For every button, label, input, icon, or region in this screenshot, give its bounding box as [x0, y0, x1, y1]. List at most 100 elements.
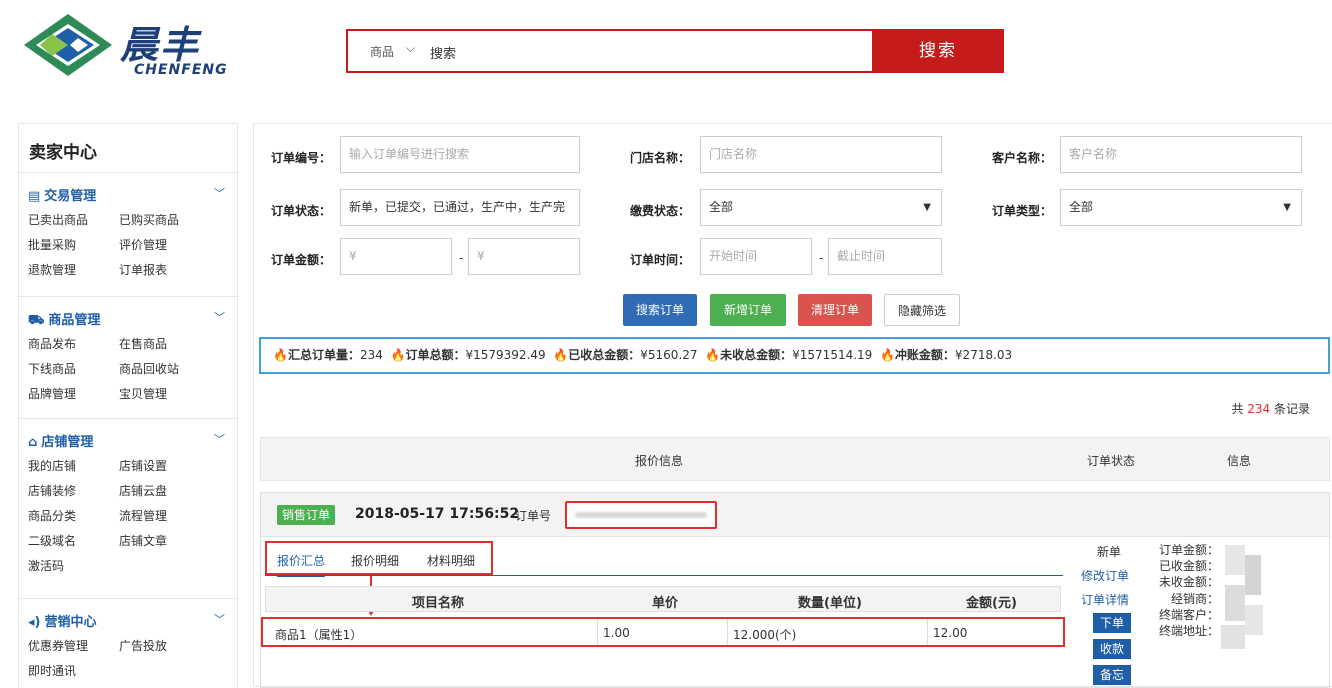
- clear-order-button[interactable]: 清理订单: [798, 294, 872, 326]
- hide-filter-button[interactable]: 隐藏筛选: [884, 294, 960, 326]
- order-tabs: 报价汇总 报价明细 材料明细: [265, 541, 493, 577]
- sidebar-item[interactable]: 我的店铺: [28, 457, 76, 474]
- info-order-amount: 订单金额：: [1158, 543, 1219, 557]
- order-number-redacted: [565, 501, 717, 529]
- sidebar-item[interactable]: 在售商品: [119, 335, 167, 352]
- sidebar-item[interactable]: 激活码: [28, 557, 64, 574]
- chenfeng-logo-icon: [24, 14, 112, 76]
- column-quote-info: 报价信息: [635, 454, 684, 468]
- sidebar-item[interactable]: 二级域名: [28, 532, 76, 549]
- tab-material-detail[interactable]: 材料明细: [427, 552, 475, 569]
- dropdown-arrow-icon: ▼: [1283, 202, 1291, 213]
- sidebar-item[interactable]: 店铺云盘: [119, 482, 167, 499]
- amount-label: 订单金额：: [271, 253, 332, 267]
- time-end-input[interactable]: 截止时间: [828, 238, 942, 275]
- fire-icon: 🔥: [879, 348, 895, 362]
- search-button[interactable]: 搜索: [872, 29, 1004, 73]
- amount-max-input[interactable]: ¥: [468, 238, 580, 275]
- col-amount: 金额(元): [966, 596, 1017, 611]
- sidebar-item[interactable]: 商品发布: [28, 335, 76, 352]
- tab-quote-detail[interactable]: 报价明细: [351, 552, 399, 569]
- order-card: 销售订单 2018-05-17 17:56:52 订单号 报价汇总 报价明细 材…: [260, 492, 1330, 688]
- pay-label: 缴费状态：: [630, 204, 691, 218]
- sidebar-item[interactable]: 订单报表: [119, 261, 167, 278]
- sidebar-section-header[interactable]: ⌂ 店铺管理: [28, 431, 93, 450]
- add-order-button[interactable]: 新增订单: [710, 294, 786, 326]
- sidebar-section-marketing: ◂) 营销中心 ﹀ 优惠券管理 广告投放 即时通讯: [19, 598, 237, 688]
- chevron-down-icon[interactable]: ﹀: [214, 309, 225, 325]
- brand-logo[interactable]: 晨丰 CHENFENG: [22, 12, 232, 78]
- time-start-input[interactable]: 开始时间: [700, 238, 812, 275]
- store-input[interactable]: 门店名称: [700, 136, 942, 173]
- sidebar-item[interactable]: 品牌管理: [28, 385, 76, 402]
- home-icon: ⌂: [28, 435, 38, 450]
- sidebar-title: 卖家中心: [29, 143, 97, 163]
- sidebar-item[interactable]: 商品分类: [28, 507, 76, 524]
- sidebar-item[interactable]: 流程管理: [119, 507, 167, 524]
- order-no-label: 订单号: [515, 509, 552, 523]
- range-separator: -: [459, 251, 464, 265]
- sidebar-item[interactable]: 店铺文章: [119, 532, 167, 549]
- search-category-select[interactable]: 商品: [370, 43, 394, 60]
- info-end-address: 终端地址：: [1158, 624, 1219, 638]
- info-unreceived-amount: 未收金额：: [1158, 575, 1219, 589]
- sidebar-item[interactable]: 已卖出商品: [28, 211, 88, 228]
- customer-input[interactable]: 客户名称: [1060, 136, 1302, 173]
- memo-button[interactable]: 备忘: [1093, 665, 1131, 685]
- info-received-amount: 已收金额：: [1158, 559, 1219, 573]
- fire-icon: 🔥: [553, 348, 569, 362]
- dropdown-arrow-icon: ▼: [923, 202, 931, 213]
- status-select[interactable]: 新单，已提交，已通过，生产中，生产完: [340, 189, 580, 226]
- sidebar-item[interactable]: 广告投放: [119, 637, 167, 654]
- sidebar-section-header[interactable]: ⛟ 商品管理: [28, 309, 100, 330]
- chevron-down-icon[interactable]: ﹀: [214, 185, 225, 201]
- chevron-down-icon[interactable]: ﹀: [214, 611, 225, 627]
- sidebar-item[interactable]: 店铺设置: [119, 457, 167, 474]
- brand-name-cn: 晨丰: [120, 22, 201, 67]
- speaker-icon: ◂): [28, 615, 41, 630]
- sidebar-item[interactable]: 宝贝管理: [119, 385, 167, 402]
- order-summary-bar: 🔥汇总订单量：234 🔥订单总额：¥1579392.49 🔥已收总金额：¥516…: [259, 337, 1330, 374]
- search-box: 商品 ⌵ 搜索 搜索: [346, 29, 1004, 73]
- order-table-header: 报价信息 订单状态 信息: [260, 437, 1330, 481]
- amount-min-input[interactable]: ¥: [340, 238, 452, 275]
- table-row[interactable]: 商品1（属性1） 1.00 12.000(个) 12.00: [261, 617, 1065, 647]
- edit-order-link[interactable]: 修改订单: [1081, 567, 1129, 584]
- redacted-info: [1221, 545, 1283, 665]
- search-input[interactable]: 搜索: [430, 43, 456, 62]
- sidebar-item[interactable]: 下线商品: [28, 360, 76, 377]
- sidebar-item[interactable]: 即时通讯: [28, 662, 76, 679]
- sidebar-item[interactable]: 已购买商品: [119, 211, 179, 228]
- place-order-button[interactable]: 下单: [1093, 613, 1131, 633]
- collect-payment-button[interactable]: 收款: [1093, 639, 1131, 659]
- order-detail-link[interactable]: 订单详情: [1081, 591, 1129, 608]
- sidebar-section-header[interactable]: ▤ 交易管理: [28, 185, 96, 204]
- sidebar-section-trade: ▤ 交易管理 ﹀ 已卖出商品 已购买商品 批量采购 评价管理 退款管理 订单报表: [19, 172, 237, 296]
- customer-label: 客户名称：: [992, 151, 1053, 165]
- order-no-input[interactable]: 输入订单编号进行搜索: [340, 136, 580, 173]
- col-unit-price: 单价: [652, 596, 679, 611]
- info-dealer: 经销商：: [1170, 592, 1219, 606]
- sidebar-item[interactable]: 商品回收站: [119, 360, 179, 377]
- pay-status-select[interactable]: 全部 ▼: [700, 189, 942, 226]
- type-label: 订单类型：: [992, 204, 1053, 218]
- fire-icon: 🔥: [390, 348, 406, 362]
- tab-divider: [265, 575, 1063, 576]
- sidebar-item[interactable]: 评价管理: [119, 236, 167, 253]
- sidebar-item[interactable]: 退款管理: [28, 261, 76, 278]
- item-table-header: 项目名称 单价 数量(单位) 金额(元): [265, 586, 1061, 612]
- sidebar-item[interactable]: 优惠券管理: [28, 637, 88, 654]
- order-type-select[interactable]: 全部 ▼: [1060, 189, 1302, 226]
- status-label: 订单状态：: [271, 204, 332, 218]
- chevron-down-icon[interactable]: ﹀: [214, 431, 225, 447]
- search-order-button[interactable]: 搜索订单: [623, 294, 697, 326]
- item-amount: 12.00: [933, 626, 968, 640]
- sidebar-item[interactable]: 批量采购: [28, 236, 76, 253]
- sidebar-section-header[interactable]: ◂) 营销中心: [28, 611, 96, 630]
- header: 晨丰 CHENFENG 商品 ⌵ 搜索 搜索: [0, 0, 1332, 100]
- order-type-badge: 销售订单: [277, 505, 336, 525]
- chevron-down-icon[interactable]: ⌵: [406, 41, 415, 56]
- tab-quote-summary[interactable]: 报价汇总: [277, 552, 326, 577]
- record-count: 共 234 条记录: [1231, 402, 1310, 416]
- sidebar-item[interactable]: 店铺装修: [28, 482, 76, 499]
